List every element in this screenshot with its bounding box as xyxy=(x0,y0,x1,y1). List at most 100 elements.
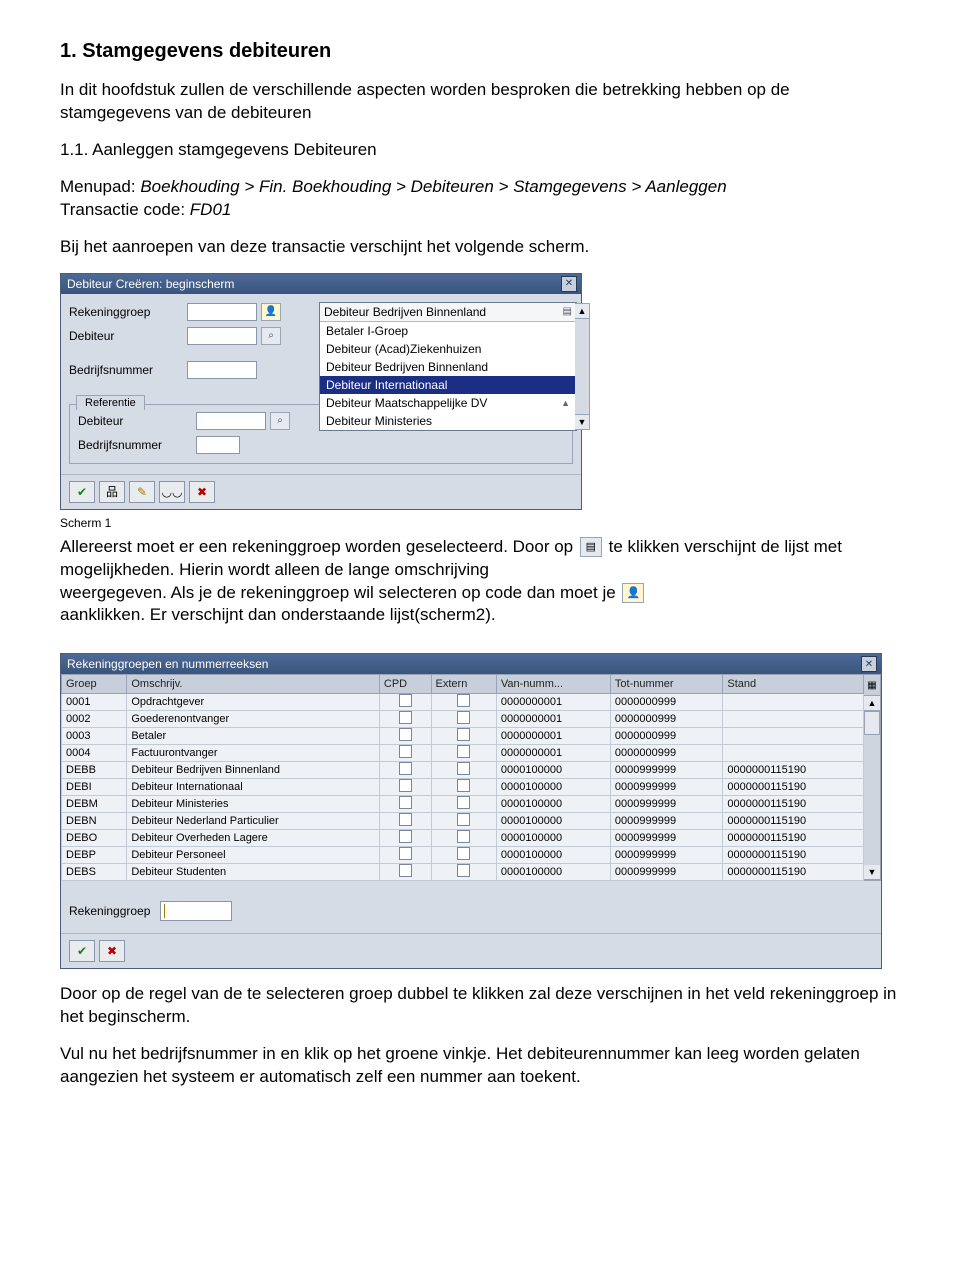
checkbox[interactable] xyxy=(399,830,412,843)
cancel-button[interactable]: ✖ xyxy=(99,940,125,962)
ok-button[interactable]: ✔ xyxy=(69,481,95,503)
table-row[interactable]: DEBSDebiteur Studenten000010000000009999… xyxy=(62,864,864,881)
table-cell xyxy=(431,728,496,745)
table-cell xyxy=(379,830,431,847)
search-help-icon[interactable]: ⌕ xyxy=(261,327,281,345)
table-cell xyxy=(379,728,431,745)
input-rekeninggroep[interactable] xyxy=(187,303,257,321)
table-settings-icon[interactable]: ▦ xyxy=(864,675,880,696)
table-row[interactable]: DEBIDebiteur Internationaal0000100000000… xyxy=(62,779,864,796)
table-row[interactable]: DEBNDebiteur Nederland Particulier000010… xyxy=(62,813,864,830)
dropdown-scrollbar[interactable]: ▲ ▼ xyxy=(575,303,590,430)
table-row[interactable]: DEBODebiteur Overheden Lagere00001000000… xyxy=(62,830,864,847)
checkbox[interactable] xyxy=(399,694,412,707)
checkbox[interactable] xyxy=(457,745,470,758)
ok-button[interactable]: ✔ xyxy=(69,940,95,962)
table-scrollbar[interactable]: ▦ ▲ ▼ xyxy=(864,674,881,881)
checkbox[interactable] xyxy=(457,711,470,724)
checkbox[interactable] xyxy=(457,847,470,860)
table-cell xyxy=(431,762,496,779)
checkbox[interactable] xyxy=(399,711,412,724)
table-row[interactable]: DEBBDebiteur Bedrijven Binnenland0000100… xyxy=(62,762,864,779)
table-cell: Goederenontvanger xyxy=(127,711,380,728)
binoculars-icon[interactable]: 👤 xyxy=(261,303,281,321)
input-rekeninggroep-filter[interactable] xyxy=(160,901,232,921)
table-cell: 0000999999 xyxy=(610,779,722,796)
checkbox[interactable] xyxy=(399,728,412,741)
checkbox[interactable] xyxy=(457,728,470,741)
scroll-up-icon[interactable]: ▲ xyxy=(864,696,880,711)
binoculars-icon[interactable]: 👤 xyxy=(622,583,644,603)
checkbox[interactable] xyxy=(399,779,412,792)
table-row[interactable]: DEBPDebiteur Personeel000010000000009999… xyxy=(62,847,864,864)
table-header-cell[interactable]: CPD xyxy=(379,675,431,694)
table-header-cell[interactable]: Extern xyxy=(431,675,496,694)
table-cell: Debiteur Internationaal xyxy=(127,779,380,796)
table-row[interactable]: 0003Betaler00000000010000000999 xyxy=(62,728,864,745)
checkbox[interactable] xyxy=(399,813,412,826)
dropdown-option[interactable]: Debiteur Bedrijven Binnenland xyxy=(320,358,576,376)
input-debiteur[interactable] xyxy=(187,327,257,345)
table-row[interactable]: DEBMDebiteur Ministeries0000100000000099… xyxy=(62,796,864,813)
table-cell xyxy=(431,847,496,864)
checkbox[interactable] xyxy=(457,779,470,792)
dialog2-title: Rekeninggroepen en nummerreeksen xyxy=(67,657,268,671)
scroll-down-icon[interactable]: ▼ xyxy=(575,414,589,429)
ref-input-bedrijfsnummer[interactable] xyxy=(196,436,240,454)
glasses-icon[interactable]: ◡◡ xyxy=(159,481,185,503)
hierarchy-icon[interactable]: 品 xyxy=(99,481,125,503)
checkbox[interactable] xyxy=(457,796,470,809)
dropdown-option[interactable]: Debiteur Maatschappelijke DV▲ xyxy=(320,394,576,412)
checkbox[interactable] xyxy=(457,813,470,826)
menupad-value: Boekhouding > Fin. Boekhouding > Debiteu… xyxy=(140,177,726,196)
menupad-label: Menupad: xyxy=(60,177,140,196)
checkbox[interactable] xyxy=(399,796,412,809)
pencil-icon[interactable]: ✎ xyxy=(129,481,155,503)
table-header-cell[interactable]: Stand xyxy=(723,675,864,694)
checkbox[interactable] xyxy=(399,745,412,758)
search-help-icon[interactable]: ⌕ xyxy=(270,412,290,430)
sap-dialog-rekeninggroepen: Rekeninggroepen en nummerreeksen ✕ Groep… xyxy=(60,653,882,969)
table-cell xyxy=(723,711,864,728)
checkbox[interactable] xyxy=(457,694,470,707)
list-dropdown-icon[interactable]: ▤ xyxy=(580,537,602,557)
table-cell: 0000000001 xyxy=(496,745,610,762)
table-row[interactable]: 0001Opdrachtgever00000000010000000999 xyxy=(62,694,864,711)
table-cell: Debiteur Personeel xyxy=(127,847,380,864)
checkbox[interactable] xyxy=(399,762,412,775)
ref-input-debiteur[interactable] xyxy=(196,412,266,430)
table-cell xyxy=(431,813,496,830)
table-header-cell[interactable]: Omschrijv. xyxy=(127,675,380,694)
checkbox[interactable] xyxy=(457,830,470,843)
lead-text: Bij het aanroepen van deze transactie ve… xyxy=(60,236,900,259)
dropdown-option[interactable]: Debiteur (Acad)Ziekenhuizen xyxy=(320,340,576,358)
table-row[interactable]: 0004Factuurontvanger00000000010000000999 xyxy=(62,745,864,762)
scroll-up-icon[interactable]: ▲ xyxy=(575,304,589,319)
dropdown-option[interactable]: Betaler I-Groep xyxy=(320,322,576,340)
close-icon[interactable]: ✕ xyxy=(561,276,577,292)
scroll-down-icon[interactable]: ▼ xyxy=(864,865,880,880)
table-cell: 0000000115190 xyxy=(723,847,864,864)
input-bedrijfsnummer[interactable] xyxy=(187,361,257,379)
dropdown-option[interactable]: Debiteur Internationaal xyxy=(320,376,576,394)
ref-label-debiteur: Debiteur xyxy=(78,414,196,428)
close-icon[interactable]: ✕ xyxy=(861,656,877,672)
table-header-cell[interactable]: Groep xyxy=(62,675,127,694)
table-header-cell[interactable]: Tot-nummer xyxy=(610,675,722,694)
table-header-cell[interactable]: Van-numm... xyxy=(496,675,610,694)
scroll-thumb[interactable] xyxy=(864,711,880,735)
table-cell: Opdrachtgever xyxy=(127,694,380,711)
table-cell: Debiteur Overheden Lagere xyxy=(127,830,380,847)
table-cell: 0000100000 xyxy=(496,813,610,830)
table-cell xyxy=(431,864,496,881)
checkbox[interactable] xyxy=(399,864,412,877)
table-cell: 0000000999 xyxy=(610,694,722,711)
cancel-button[interactable]: ✖ xyxy=(189,481,215,503)
table-cell: DEBS xyxy=(62,864,127,881)
document-icon[interactable]: ▤ xyxy=(563,306,572,317)
checkbox[interactable] xyxy=(399,847,412,860)
checkbox[interactable] xyxy=(457,762,470,775)
checkbox[interactable] xyxy=(457,864,470,877)
table-row[interactable]: 0002Goederenontvanger0000000001000000099… xyxy=(62,711,864,728)
dropdown-option[interactable]: Debiteur Ministeries xyxy=(320,412,576,430)
